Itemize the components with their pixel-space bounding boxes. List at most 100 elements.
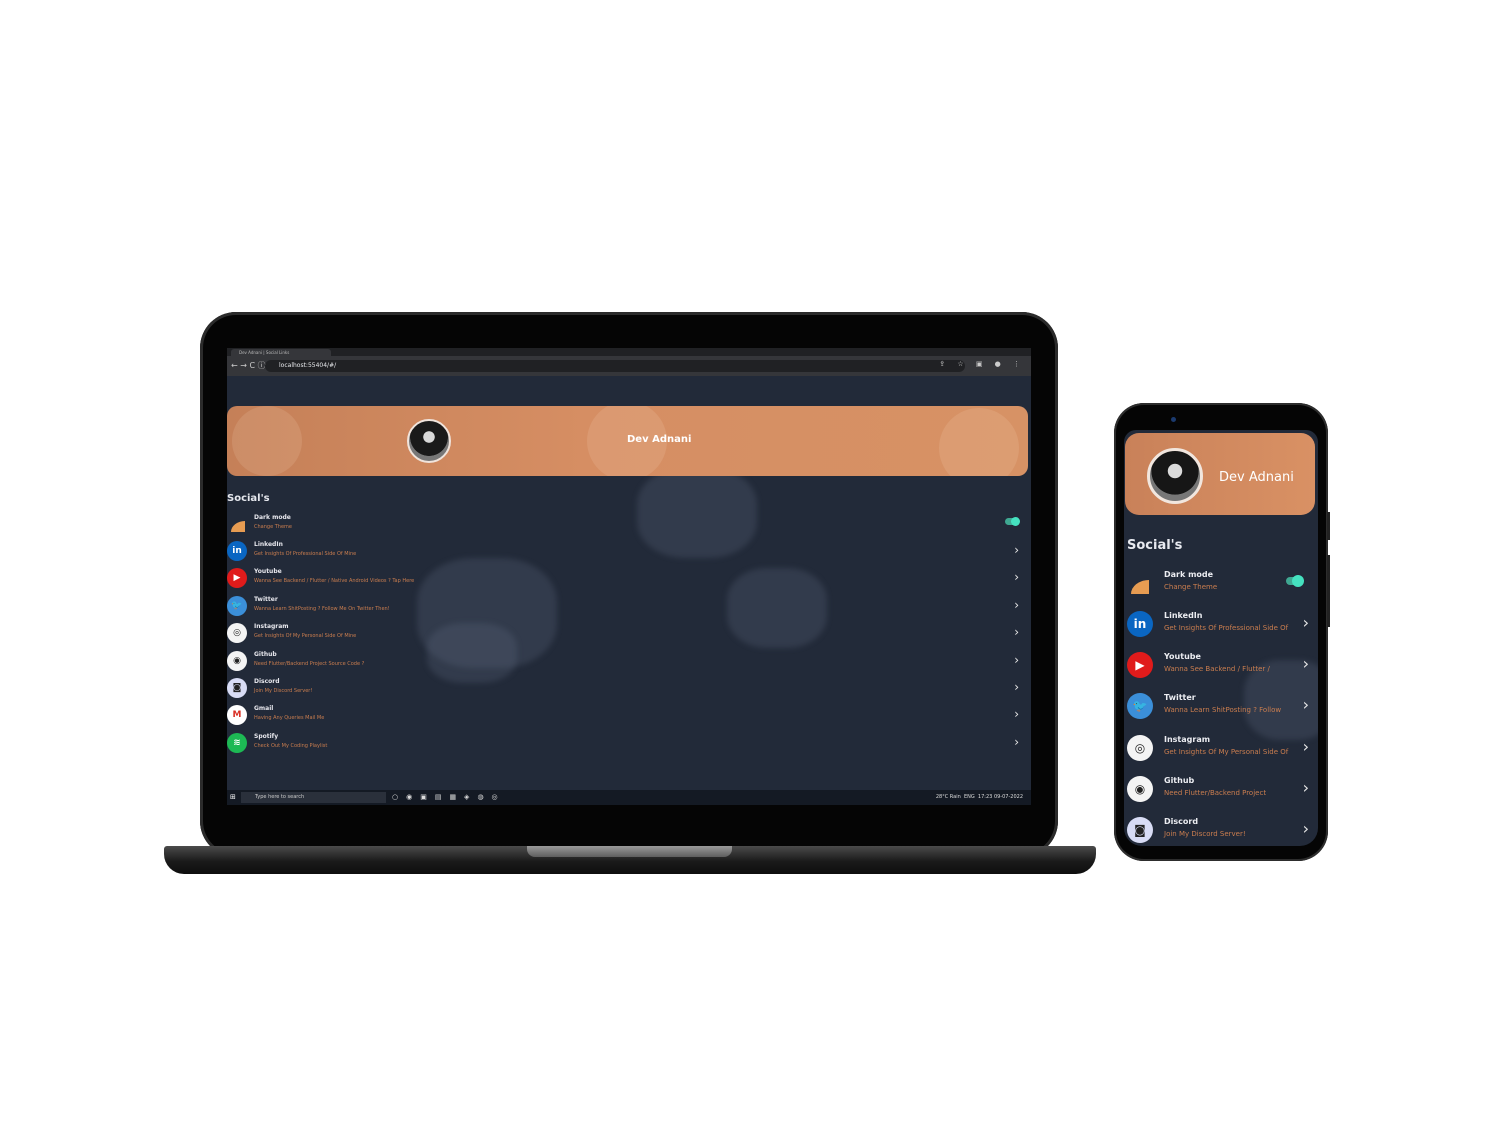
profile-name: Dev Adnani — [1219, 470, 1294, 485]
social-subtitle: Wanna See Backend / Flutter / Native And… — [254, 578, 415, 585]
dark-mode-toggle[interactable] — [1286, 575, 1304, 587]
chevron-right-icon[interactable]: › — [1014, 570, 1019, 584]
dark-mode-row[interactable]: Dark mode Change Theme — [1124, 565, 1318, 603]
instagram-icon: ◎ — [227, 623, 247, 644]
dark-mode-title: Dark mode — [254, 514, 291, 521]
social-title: Github — [254, 650, 277, 658]
language-text: ENG — [963, 794, 975, 800]
social-title: Github — [1164, 775, 1195, 785]
instagram-icon: ◎ — [1127, 734, 1153, 761]
browser-toolbar: ← → C ⓘ localhost:55404/#/ ⇪ ☆ ▣ ● ⋮ — [227, 356, 1031, 376]
social-subtitle: Wanna See Backend / Flutter / — [1164, 665, 1270, 674]
clock-time: 17:23 — [977, 794, 993, 800]
dark-mode-subtitle: Change Theme — [254, 524, 292, 530]
social-item-twitter[interactable]: 🐦 Twitter Wanna Learn ShitPosting ? Follow… — [227, 594, 1027, 618]
social-subtitle: Join My Discord Server! — [254, 688, 313, 694]
social-title: Discord — [254, 678, 280, 685]
windows-taskbar: ⊞ Type here to search ○◉▣▤▦◈◍◎ 28°C Rain… — [227, 790, 1031, 805]
social-subtitle: Get Insights Of My Personal Side Of — [1164, 747, 1289, 756]
social-item-youtube[interactable]: ▶ Youtube Wanna See Backend / Flutter / › — [1124, 647, 1318, 685]
social-item-instagram[interactable]: ◎ Instagram Get Insights Of My Personal Si… — [227, 621, 1027, 645]
youtube-icon: ▶ — [227, 568, 247, 589]
phone-screen: Dev Adnani Social's Dark mode Change The… — [1124, 430, 1318, 846]
social-item-gmail[interactable]: M Gmail Having Any Queries Mail Me › — [227, 703, 1027, 727]
phone-volume-button — [1327, 555, 1330, 627]
spotify-icon: ≋ — [227, 732, 247, 753]
chevron-right-icon[interactable]: › — [1303, 615, 1309, 631]
social-title: Twitter — [1164, 693, 1196, 703]
social-item-discord[interactable]: ◙ Discord Join My Discord Server! › — [1124, 812, 1318, 846]
chevron-right-icon[interactable]: › — [1014, 625, 1019, 639]
chevron-right-icon[interactable]: › — [1014, 543, 1019, 557]
social-subtitle: Get Insights Of Professional Side Of — [1164, 624, 1289, 632]
social-item-github[interactable]: ◉ Github Need Flutter/Backend Project › — [1124, 771, 1318, 809]
social-title: Youtube — [254, 568, 282, 576]
header-bubble — [939, 408, 1019, 476]
linkedin-icon: in — [227, 541, 247, 561]
social-item-youtube[interactable]: ▶ Youtube Wanna See Backend / Flutter / Na… — [227, 566, 1027, 590]
chevron-right-icon[interactable]: › — [1303, 738, 1309, 755]
header-bubble — [232, 406, 302, 476]
social-item-instagram[interactable]: ◎ Instagram Get Insights Of My Personal Si… — [1124, 730, 1318, 768]
github-icon: ◉ — [1127, 775, 1153, 802]
gmail-icon: M — [227, 705, 247, 726]
chevron-right-icon[interactable]: › — [1014, 680, 1019, 694]
social-subtitle: Wanna Learn ShitPosting ? Follow — [1164, 706, 1282, 715]
clock-date: 09-07-2022 — [993, 794, 1023, 800]
chevron-right-icon[interactable]: › — [1014, 735, 1019, 749]
discord-icon: ◙ — [1127, 817, 1153, 843]
dark-mode-row[interactable]: Dark mode Change Theme — [227, 512, 1027, 536]
social-title: Instagram — [254, 623, 289, 631]
chevron-right-icon[interactable]: › — [1303, 656, 1309, 672]
social-subtitle: Need Flutter/Backend Project — [1164, 788, 1267, 797]
social-item-spotify[interactable]: ≋ Spotify Check Out My Coding Playlist › — [227, 731, 1027, 755]
chevron-right-icon[interactable]: › — [1303, 779, 1309, 796]
browser-tab-strip: Dev Adnani | Social Links — [227, 348, 1031, 356]
social-subtitle: Get Insights Of My Personal Side Of Mine — [254, 633, 357, 640]
social-title: Instagram — [1164, 734, 1211, 744]
twitter-icon: 🐦 — [1127, 693, 1153, 720]
avatar — [407, 419, 451, 463]
system-tray: 28°C Rain ENG 17:23 09-07-2022 — [936, 792, 1023, 803]
social-title: Gmail — [254, 705, 274, 713]
chevron-right-icon[interactable]: › — [1014, 653, 1019, 667]
weather-text: 28°C Rain — [935, 794, 961, 800]
dark-mode-title: Dark mode — [1164, 570, 1214, 579]
browser-tab[interactable]: Dev Adnani | Social Links — [231, 349, 331, 356]
address-bar[interactable]: localhost:55404/#/ — [265, 360, 965, 372]
social-item-linkedin[interactable]: in LinkedIn Get Insights Of Professional S… — [1124, 606, 1318, 644]
dark-mode-toggle[interactable] — [1005, 517, 1020, 526]
theme-icon — [227, 514, 247, 534]
taskbar-search[interactable]: Type here to search — [241, 792, 386, 803]
profile-header: Dev Adnani — [1125, 433, 1315, 515]
windows-start-icon[interactable]: ⊞ — [230, 794, 236, 801]
social-item-github[interactable]: ◉ Github Need Flutter/Backend Project Sour… — [227, 649, 1027, 673]
social-subtitle: Get Insights Of Professional Side Of Min… — [254, 551, 357, 557]
social-subtitle: Join My Discord Server! — [1164, 830, 1246, 838]
profile-name: Dev Adnani — [627, 434, 692, 445]
chevron-right-icon[interactable]: › — [1303, 697, 1309, 713]
twitter-icon: 🐦 — [227, 595, 247, 616]
avatar — [1147, 448, 1203, 504]
browser-action-icons[interactable]: ⇪ ☆ ▣ ● ⋮ — [939, 360, 1025, 368]
browser-nav-icons[interactable]: ← → C ⓘ — [231, 360, 266, 372]
section-title: Social's — [227, 493, 270, 504]
chevron-right-icon[interactable]: › — [1303, 821, 1309, 837]
social-title: LinkedIn — [254, 541, 283, 548]
theme-icon — [1127, 570, 1153, 596]
chevron-right-icon[interactable]: › — [1014, 707, 1019, 721]
section-title: Social's — [1127, 538, 1183, 553]
social-subtitle: Having Any Queries Mail Me — [254, 715, 325, 722]
social-item-linkedin[interactable]: in LinkedIn Get Insights Of Professional S… — [227, 539, 1027, 563]
social-item-discord[interactable]: ◙ Discord Join My Discord Server! › — [227, 676, 1027, 700]
social-title: LinkedIn — [1164, 611, 1203, 620]
social-title: Spotify — [254, 732, 279, 740]
taskbar-app-icons[interactable]: ○◉▣▤▦◈◍◎ — [392, 792, 506, 803]
phone-power-button — [1327, 512, 1330, 540]
social-title: Youtube — [1164, 652, 1201, 662]
social-item-twitter[interactable]: 🐦 Twitter Wanna Learn ShitPosting ? Follow… — [1124, 688, 1318, 726]
chevron-right-icon[interactable]: › — [1014, 598, 1019, 612]
github-icon: ◉ — [227, 650, 247, 671]
linkedin-icon: in — [1127, 611, 1153, 637]
youtube-icon: ▶ — [1127, 652, 1153, 679]
